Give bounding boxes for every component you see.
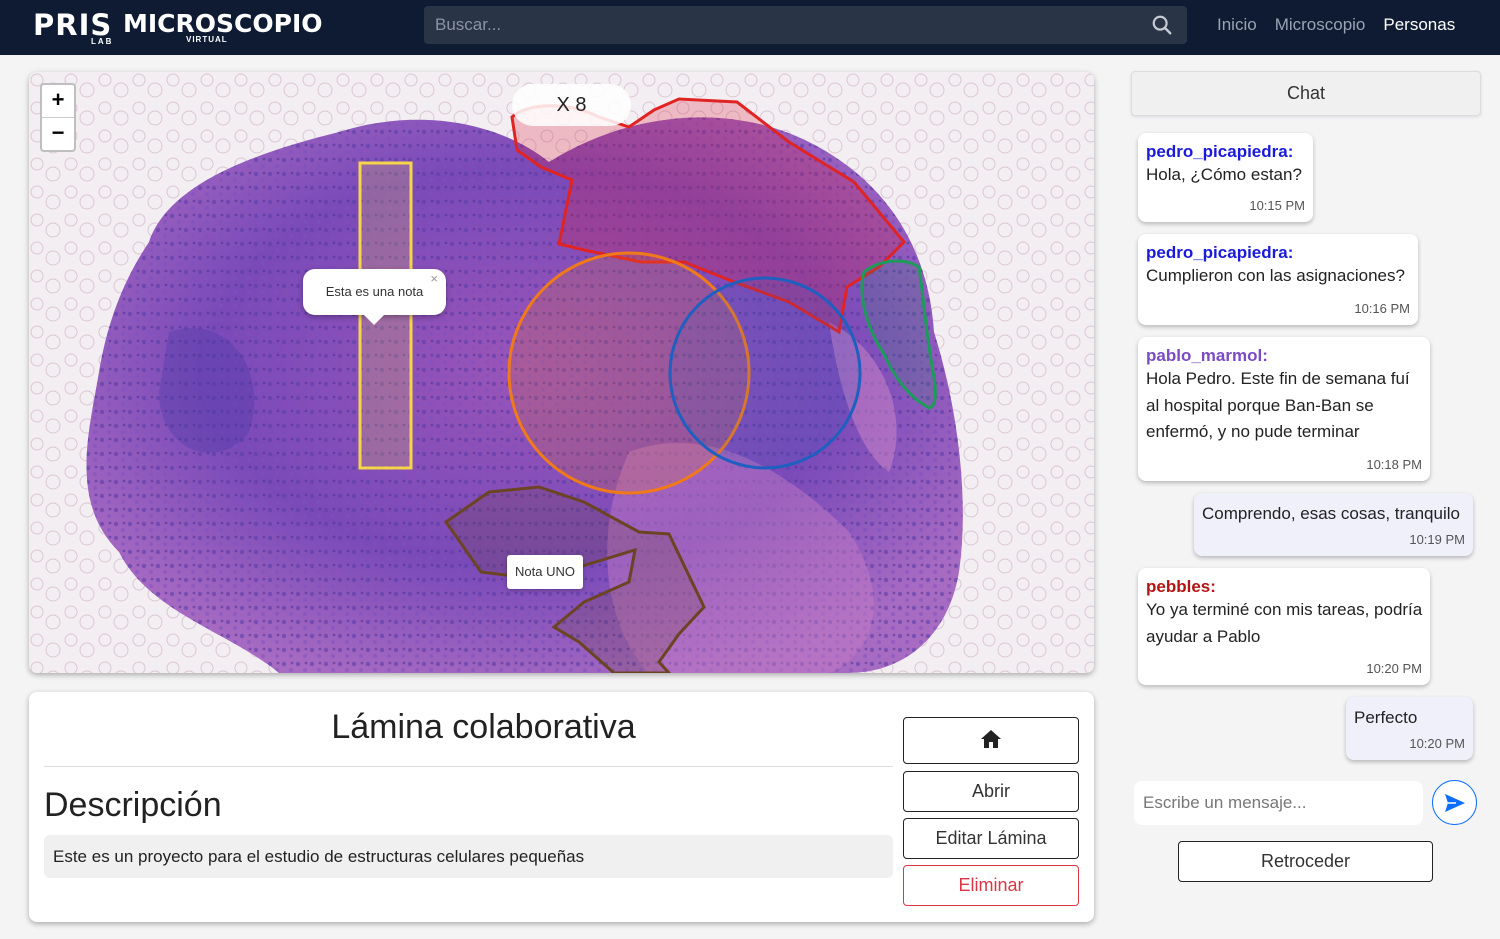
message-time: 10:15 PM (1249, 198, 1305, 213)
message-time: 10:16 PM (1354, 301, 1410, 316)
nav-links: Inicio Microscopio Personas (1217, 15, 1455, 35)
zoom-in-button[interactable]: + (42, 85, 74, 117)
chat-message: pebbles: Yo ya terminé con mis tareas, p… (1138, 568, 1430, 685)
zoom-out-button[interactable]: − (42, 117, 74, 149)
magnification-indicator: X 8 (512, 84, 631, 126)
message-text: Hola Pedro. Este fin de semana fuí al ho… (1146, 369, 1410, 441)
message-time: 10:18 PM (1366, 457, 1422, 472)
message-time: 10:19 PM (1409, 532, 1465, 547)
message-time: 10:20 PM (1409, 736, 1465, 751)
note-popup[interactable]: Esta es una nota × (303, 269, 446, 325)
zoom-control: + − (40, 83, 76, 152)
chat-message-input[interactable] (1134, 781, 1423, 825)
note-popup-text: Esta es una nota (325, 284, 424, 299)
home-icon (981, 730, 1001, 748)
message-text: Hola, ¿Cómo estan? (1146, 165, 1302, 184)
message-text: Yo ya terminé con mis tareas, podría ayu… (1146, 600, 1423, 646)
logo-sub: VIRTUAL (186, 35, 228, 44)
send-button[interactable] (1432, 780, 1477, 825)
nav-link-personas[interactable]: Personas (1383, 15, 1455, 35)
chat-message: pablo_marmol: Hola Pedro. Este fin de se… (1138, 337, 1430, 481)
open-button[interactable]: Abrir (903, 771, 1079, 812)
home-button[interactable] (903, 717, 1079, 764)
edit-slide-button[interactable]: Editar Lámina (903, 818, 1079, 859)
chat-message: pedro_picapiedra: Cumplieron con las asi… (1138, 234, 1418, 325)
send-icon (1445, 794, 1465, 812)
note-tag[interactable]: Nota UNO (507, 555, 583, 589)
logo-product: MICROSCOPIO (123, 9, 323, 38)
search-bar (424, 6, 1187, 44)
message-text: Comprendo, esas cosas, tranquilo (1202, 504, 1460, 523)
nav-link-inicio[interactable]: Inicio (1217, 15, 1257, 35)
message-user: pedro_picapiedra: (1146, 243, 1294, 262)
delete-button[interactable]: Eliminar (903, 865, 1079, 906)
message-user: pebbles: (1146, 577, 1216, 596)
slide-info-panel: Lámina colaborativa Descripción Este es … (29, 692, 1094, 922)
close-icon[interactable]: × (430, 272, 438, 286)
divider (44, 766, 893, 767)
search-icon[interactable] (1151, 14, 1173, 36)
nav-link-microscopio[interactable]: Microscopio (1275, 15, 1366, 35)
message-time: 10:20 PM (1366, 661, 1422, 676)
description-heading: Descripción (44, 786, 222, 824)
back-button[interactable]: Retroceder (1178, 841, 1433, 882)
slide-viewer[interactable]: + − X 8 Esta es una nota × Nota UNO (29, 72, 1094, 673)
slide-title: Lámina colaborativa (331, 708, 636, 746)
message-text: Perfecto (1354, 708, 1418, 727)
chat-message-own: Comprendo, esas cosas, tranquilo 10:19 P… (1194, 493, 1473, 556)
message-user: pablo_marmol: (1146, 346, 1268, 365)
search-input[interactable] (424, 6, 1144, 44)
chat-message-own: Perfecto 10:20 PM (1346, 697, 1473, 760)
chat-header: Chat (1131, 71, 1481, 116)
description-text: Este es un proyecto para el estudio de e… (44, 835, 893, 878)
logo-lab: LAB (91, 37, 114, 46)
message-text: Cumplieron con las asignaciones? (1146, 266, 1405, 285)
chat-message: pedro_picapiedra: Hola, ¿Cómo estan? 10:… (1138, 133, 1313, 222)
navbar: PRIS LAB MICROSCOPIO VIRTUAL Inicio Micr… (0, 0, 1500, 55)
message-user: pedro_picapiedra: (1146, 142, 1294, 161)
